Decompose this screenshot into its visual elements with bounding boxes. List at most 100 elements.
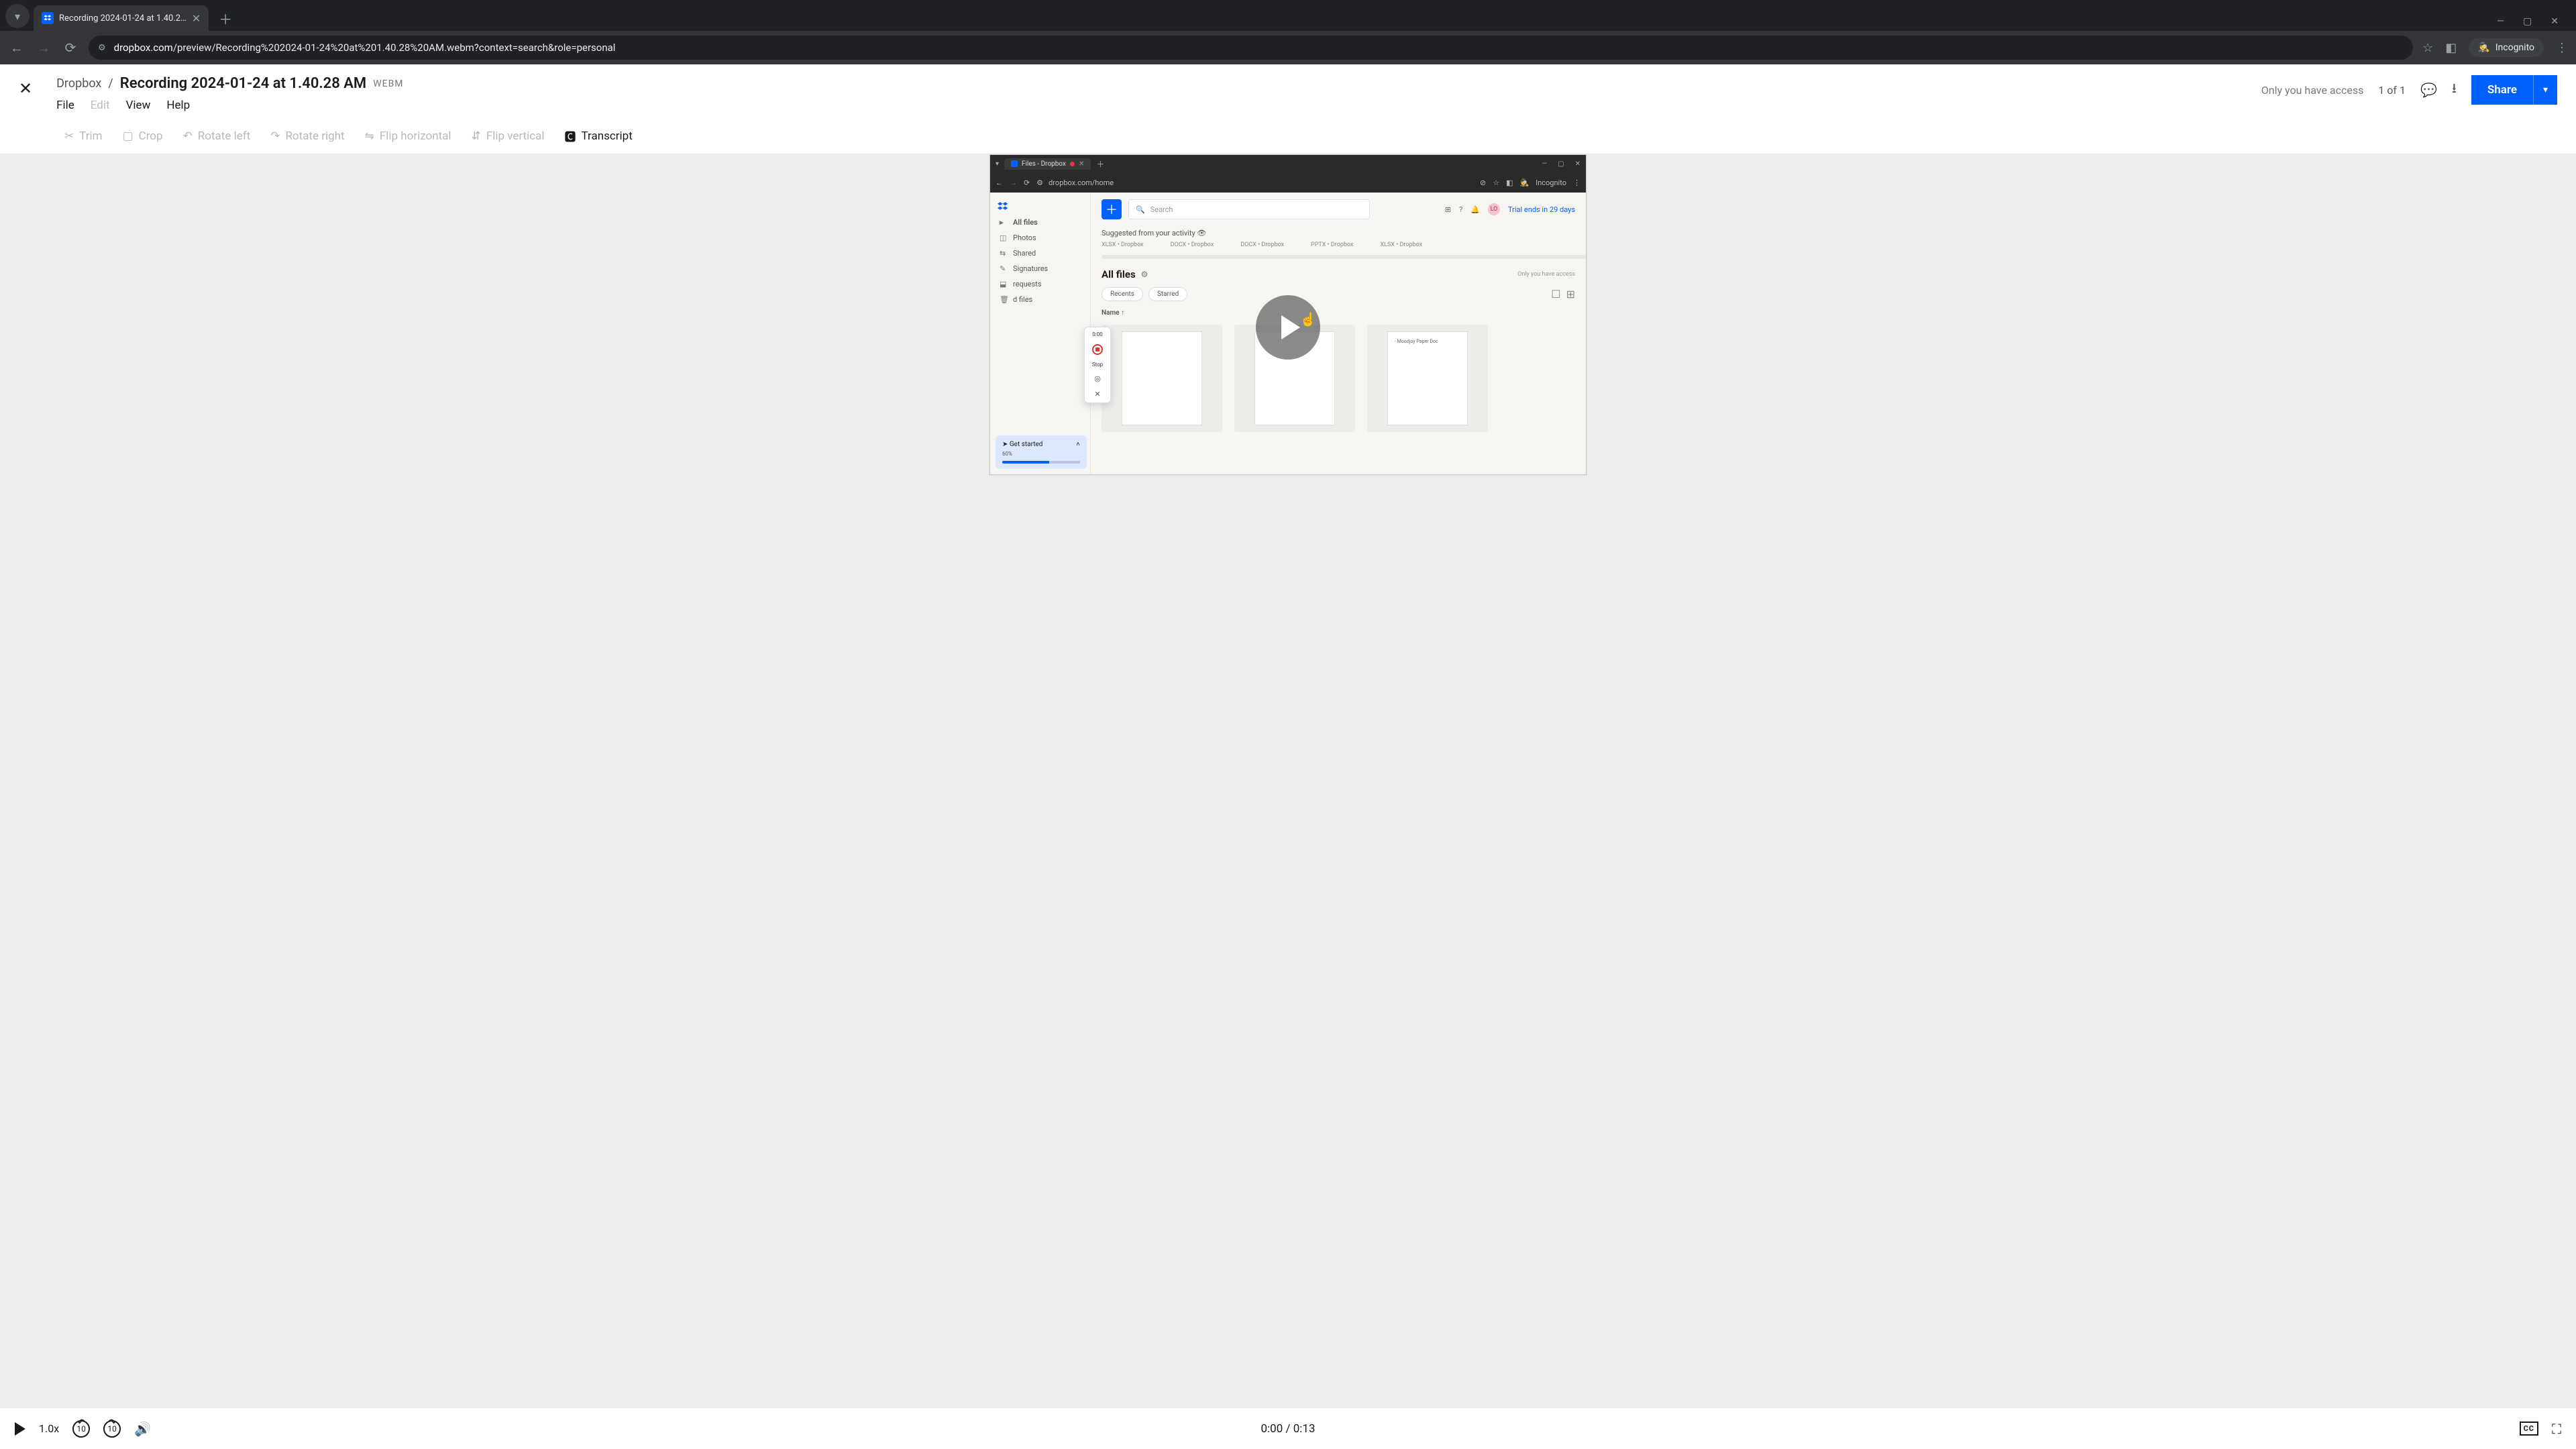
tool-transcript[interactable]: 🅲Transcript	[565, 127, 633, 144]
sign-icon: ✎	[1000, 264, 1008, 273]
tool-trim-label: Trim	[79, 129, 102, 143]
breadcrumb-root[interactable]: Dropbox	[56, 76, 101, 91]
bookmark-icon[interactable]: ☆	[2422, 41, 2433, 55]
volume-icon[interactable]: 🔊	[134, 1421, 151, 1437]
rec-upload-button: ＋	[1102, 199, 1122, 219]
rec-getstarted-label: Get started	[1010, 441, 1043, 448]
menu-help[interactable]: Help	[166, 99, 190, 112]
rec-tab: Files - Dropbox ✕	[1004, 158, 1091, 170]
grid-icon: ⊞	[1566, 288, 1575, 301]
file-ext-badge: WEBM	[373, 78, 403, 89]
play-button[interactable]	[15, 1422, 25, 1436]
tool-flip-horizontal: ⇋ Flip horizontal	[365, 127, 451, 144]
rec-suggested-row: XLSX • Dropbox DOCX • Dropbox DOCX • Dro…	[1102, 241, 1575, 248]
rotate-right-icon: ↷	[270, 129, 280, 143]
dropbox-favicon	[42, 12, 54, 24]
rec-sugg-item: PPTX • Dropbox	[1311, 241, 1353, 248]
preview-stage: ▾ Files - Dropbox ✕ ＋ ― ▢ ✕	[0, 154, 2576, 1407]
rec-reload-icon: ⟳	[1024, 178, 1030, 187]
rec-recording-popup: 0:00 Stop ◎ ✕	[1084, 327, 1111, 403]
tool-rotate-right-label: Rotate right	[285, 129, 344, 143]
new-tab-button[interactable]: ＋	[215, 8, 235, 28]
captions-button[interactable]: CC	[2520, 1421, 2538, 1436]
share-caret-button[interactable]: ▾	[2533, 75, 2557, 105]
menu-edit: Edit	[91, 99, 110, 112]
rec-filter-chips: Recents Starred ☐ ⊞	[1102, 287, 1575, 301]
rec-side-shared: ⇆Shared	[997, 246, 1083, 261]
address-bar[interactable]: ⚙ dropbox.com/preview/Recording%202024-0…	[89, 36, 2413, 60]
playback-speed[interactable]: 1.0x	[39, 1422, 59, 1435]
window-controls: ― ▢ ✕	[2497, 16, 2571, 31]
bell-icon: 🔔	[1470, 205, 1480, 214]
flip-v-icon: ⇵	[472, 129, 481, 143]
side-panel-icon[interactable]: ◧	[2445, 41, 2457, 55]
nav-reload-icon[interactable]: ⟳	[62, 40, 79, 56]
download-icon[interactable]: ⭳	[2452, 78, 2457, 101]
tab-search-button[interactable]: ▾	[5, 4, 30, 28]
tool-flip-h-label: Flip horizontal	[380, 129, 451, 143]
rec-recording-dot-icon	[1070, 162, 1075, 166]
dropbox-preview-page: ✕ Dropbox / Recording 2024-01-24 at 1.40…	[0, 64, 2576, 1449]
trim-icon: ✂	[64, 129, 74, 143]
rec-max-icon: ▢	[1558, 160, 1564, 168]
rec-search: 🔍 Search	[1128, 199, 1370, 219]
skip-forward-button[interactable]: 10	[103, 1420, 121, 1438]
flip-h-icon: ⇋	[365, 129, 374, 143]
play-overlay-button[interactable]	[1256, 295, 1320, 360]
close-preview-button[interactable]: ✕	[19, 75, 32, 98]
preview-menubar: File Edit View Help	[56, 99, 2248, 112]
browser-tab-strip: ▾ Recording 2024-01-24 at 1.40.2… ✕ ＋ ― …	[0, 0, 2576, 31]
share-button-group: Share ▾	[2471, 75, 2557, 105]
window-minimize-icon[interactable]: ―	[2497, 16, 2504, 27]
rec-get-started: ➤ Get started ˄ 60%	[996, 435, 1087, 469]
rec-tab-caret: ▾	[996, 160, 999, 168]
incognito-chip[interactable]: 🕵 Incognito	[2469, 38, 2544, 57]
rec-popup-time: 0:00	[1092, 331, 1102, 337]
rec-access-text: Only you have access	[1517, 271, 1575, 278]
tool-crop: ▢Crop	[123, 127, 163, 144]
window-close-icon[interactable]: ✕	[2551, 16, 2559, 27]
req-icon: ⬓	[1000, 280, 1008, 288]
rec-fwd-icon: →	[1010, 178, 1017, 187]
rec-progress-bar	[1002, 461, 1080, 464]
rec-incognito-label: Incognito	[1536, 178, 1566, 187]
rec-side-label: requests	[1013, 280, 1042, 288]
share-button[interactable]: Share	[2471, 75, 2533, 105]
skip-back-button[interactable]: 10	[72, 1420, 90, 1438]
site-info-icon[interactable]: ⚙	[98, 43, 106, 53]
help-icon: ?	[1459, 205, 1462, 214]
window-maximize-icon[interactable]: ▢	[2523, 16, 2532, 27]
nav-back-icon[interactable]: ←	[8, 40, 25, 56]
browser-toolbar: ← → ⟳ ⚙ dropbox.com/preview/Recording%20…	[0, 31, 2576, 64]
target-icon: ◎	[1094, 374, 1101, 383]
rec-file-card	[1102, 325, 1222, 432]
tab-close-icon[interactable]: ✕	[192, 12, 201, 25]
tool-flip-v-label: Flip vertical	[486, 129, 545, 143]
breadcrumb-sep: /	[108, 76, 113, 91]
browser-menu-icon[interactable]: ⋮	[2556, 41, 2568, 55]
search-icon: 🔍	[1136, 205, 1145, 214]
rec-paper-doc: - Moodjoy Paper Doc	[1387, 331, 1468, 425]
rec-sidebar: ▸All files ◫Photos ⇆Shared ✎Signatures ⬓…	[990, 193, 1091, 474]
incognito-icon: 🕵	[2478, 42, 2489, 53]
rec-sugg-item: DOCX • Dropbox	[1240, 241, 1284, 248]
tool-trim: ✂ Trim	[64, 127, 103, 144]
rec-ext-icon: ⊘	[1480, 178, 1486, 187]
sort-asc-icon: ↑	[1121, 309, 1124, 317]
rec-side-signatures: ✎Signatures	[997, 261, 1083, 276]
rec-tab-close-icon: ✕	[1079, 160, 1084, 168]
page-count: 1 of 1	[2378, 84, 2406, 97]
breadcrumb-current: Recording 2024-01-24 at 1.40.28 AM	[120, 75, 366, 92]
preview-header: ✕ Dropbox / Recording 2024-01-24 at 1.40…	[0, 64, 2576, 118]
stop-recording-icon	[1092, 344, 1103, 355]
rec-search-placeholder: Search	[1150, 205, 1173, 214]
comments-icon[interactable]: 💬	[2420, 82, 2437, 98]
video-thumbnail: ▾ Files - Dropbox ✕ ＋ ― ▢ ✕	[989, 154, 1587, 475]
dropbox-logo-icon	[997, 201, 1009, 213]
fullscreen-icon[interactable]: ⛶	[2552, 1421, 2561, 1437]
menu-view[interactable]: View	[126, 99, 151, 112]
browser-tab[interactable]: Recording 2024-01-24 at 1.40.2… ✕	[34, 5, 209, 31]
menu-file[interactable]: File	[56, 99, 74, 112]
nav-forward-icon: →	[35, 40, 52, 56]
rec-side-requests: ⬓ requests	[997, 276, 1083, 292]
